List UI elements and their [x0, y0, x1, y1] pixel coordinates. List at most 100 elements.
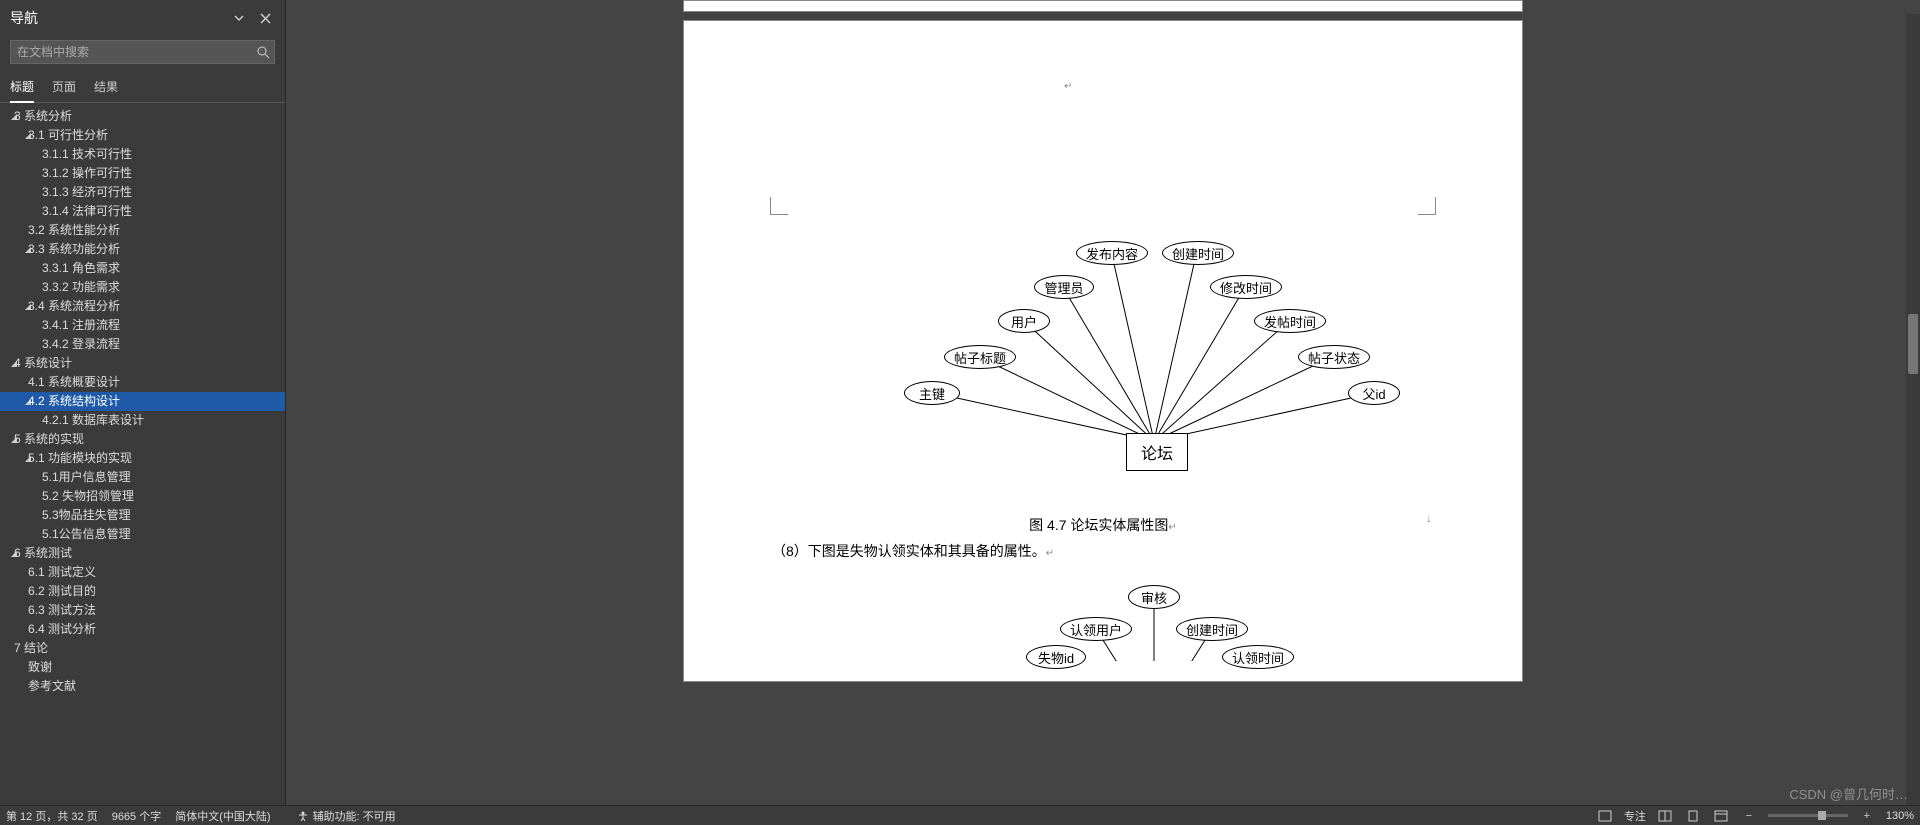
outline-item[interactable]: ◢3.4 系统流程分析 — [0, 297, 285, 316]
attr-node: 主键 — [904, 381, 960, 405]
twisty-open-icon[interactable]: ◢ — [0, 127, 28, 144]
status-language[interactable]: 简体中文(中国大陆) — [175, 808, 270, 824]
print-layout-button[interactable] — [1684, 808, 1702, 824]
outline-item[interactable]: 3.4.1 注册流程 — [0, 316, 285, 335]
outline-label: 4.2.1 数据库表设计 — [42, 412, 144, 429]
er-diagram-forum: 主键 帖子标题 用户 管理员 发布内容 创建时间 修改时间 发帖时间 帖子状态 … — [744, 181, 1462, 511]
outline-label: 3.3.2 功能需求 — [42, 279, 120, 296]
outline-item[interactable]: ◢5.1 功能模块的实现 — [0, 449, 285, 468]
outline-item[interactable]: 7 结论 — [0, 639, 285, 658]
outline-label: 5 系统的实现 — [14, 431, 84, 448]
outline-item[interactable]: ◢3 系统分析 — [0, 107, 285, 126]
attr-node: 创建时间 — [1176, 617, 1248, 641]
outline-item[interactable]: 5.2 失物招领管理 — [0, 487, 285, 506]
twisty-open-icon[interactable]: ◢ — [0, 545, 14, 562]
outline-label: 4.2 系统结构设计 — [28, 393, 120, 410]
close-icon — [260, 13, 271, 24]
scroll-thumb[interactable] — [1908, 314, 1918, 374]
outline-label: 3.1.1 技术可行性 — [42, 146, 132, 163]
outline-item[interactable]: 3.1.2 操作可行性 — [0, 164, 285, 183]
outline-item[interactable]: ◢3.1 可行性分析 — [0, 126, 285, 145]
outline-label: 5.1 功能模块的实现 — [28, 450, 132, 467]
attr-node: 失物id — [1026, 645, 1086, 669]
outline-item[interactable]: 6.4 测试分析 — [0, 620, 285, 639]
nav-dropdown-button[interactable] — [229, 8, 249, 28]
outline-item[interactable]: 6.2 测试目的 — [0, 582, 285, 601]
outline-item[interactable]: 参考文献 — [0, 677, 285, 696]
search-input[interactable] — [11, 41, 252, 63]
outline-item[interactable]: ◢3.3 系统功能分析 — [0, 240, 285, 259]
twisty-open-icon[interactable]: ◢ — [0, 241, 28, 258]
focus-label[interactable]: 专注 — [1624, 808, 1646, 824]
attr-node: 认领用户 — [1060, 617, 1132, 641]
twisty-open-icon[interactable]: ◢ — [0, 393, 28, 410]
attr-node: 帖子标题 — [944, 345, 1016, 369]
outline-item[interactable]: ◢4.2 系统结构设计 — [0, 392, 285, 411]
diagram-edges — [744, 181, 1462, 511]
outline-item[interactable]: 6.3 测试方法 — [0, 601, 285, 620]
twisty-open-icon[interactable]: ◢ — [0, 298, 28, 315]
outline-label: 3.3 系统功能分析 — [28, 241, 120, 258]
tab-pages[interactable]: 页面 — [52, 72, 76, 102]
twisty-open-icon[interactable]: ◢ — [0, 355, 14, 372]
outline-item[interactable]: 3.3.1 角色需求 — [0, 259, 285, 278]
tab-headings[interactable]: 标题 — [10, 72, 34, 103]
outline-label: 致谢 — [28, 659, 52, 676]
outline-item[interactable]: 4.2.1 数据库表设计 — [0, 411, 285, 430]
outline-item[interactable]: 4.1 系统概要设计 — [0, 373, 285, 392]
web-layout-button[interactable] — [1712, 808, 1730, 824]
outline-item[interactable]: 6.1 测试定义 — [0, 563, 285, 582]
body-text: （8）下图是失物认领实体和其具备的属性。↵ — [744, 541, 1462, 561]
document-area[interactable]: ↵ 主键 帖子标题 用户 — [286, 0, 1920, 805]
outline-label: 5.1用户信息管理 — [42, 469, 131, 486]
outline-item[interactable]: 5.1用户信息管理 — [0, 468, 285, 487]
zoom-out-button[interactable]: − — [1740, 808, 1758, 824]
outline-label: 6.2 测试目的 — [28, 583, 96, 600]
attr-node: 用户 — [998, 309, 1050, 333]
outline-label: 3 系统分析 — [14, 108, 72, 125]
page-icon — [1686, 810, 1700, 822]
outline-item[interactable]: ◢5 系统的实现 — [0, 430, 285, 449]
zoom-slider[interactable] — [1768, 814, 1848, 817]
outline-item[interactable]: 3.4.2 登录流程 — [0, 335, 285, 354]
outline-item[interactable]: 3.1.1 技术可行性 — [0, 145, 285, 164]
outline-label: 4 系统设计 — [14, 355, 72, 372]
outline-label: 6.1 测试定义 — [28, 564, 96, 581]
attr-node: 审核 — [1128, 585, 1180, 609]
status-word-count[interactable]: 9665 个字 — [112, 808, 162, 824]
status-page[interactable]: 第 12 页，共 32 页 — [6, 808, 98, 824]
outline-label: 3.4 系统流程分析 — [28, 298, 120, 315]
down-arrow-icon: ↓ — [1426, 511, 1432, 525]
read-mode-button[interactable] — [1656, 808, 1674, 824]
nav-close-button[interactable] — [255, 8, 275, 28]
attr-node: 发布内容 — [1076, 241, 1148, 265]
status-accessibility[interactable]: 辅助功能: 不可用 — [297, 808, 396, 824]
outline-item[interactable]: 3.1.3 经济可行性 — [0, 183, 285, 202]
page-previous-bottom — [683, 0, 1523, 12]
outline-item[interactable]: ◢4 系统设计 — [0, 354, 285, 373]
twisty-open-icon[interactable]: ◢ — [0, 431, 14, 448]
outline-item[interactable]: 3.1.4 法律可行性 — [0, 202, 285, 221]
tab-results[interactable]: 结果 — [94, 72, 118, 102]
outline-item[interactable]: 5.3物品挂失管理 — [0, 506, 285, 525]
zoom-in-button[interactable]: + — [1858, 808, 1876, 824]
outline-item[interactable]: 3.3.2 功能需求 — [0, 278, 285, 297]
outline-item[interactable]: 致谢 — [0, 658, 285, 677]
er-diagram-claim: 审核 认领用户 创建时间 失物id 认领时间 — [744, 571, 1462, 661]
outline-label: 3.1.3 经济可行性 — [42, 184, 132, 201]
search-button[interactable] — [252, 41, 274, 63]
entity-box: 论坛 — [1126, 433, 1188, 471]
focus-mode-button[interactable] — [1596, 808, 1614, 824]
outline-label: 3.4.1 注册流程 — [42, 317, 120, 334]
outline-label: 3.2 系统性能分析 — [28, 222, 120, 239]
twisty-open-icon[interactable]: ◢ — [0, 450, 28, 467]
twisty-open-icon[interactable]: ◢ — [0, 108, 14, 125]
outline-tree[interactable]: ◢3 系统分析◢3.1 可行性分析3.1.1 技术可行性3.1.2 操作可行性3… — [0, 103, 285, 805]
outline-item[interactable]: ◢6 系统测试 — [0, 544, 285, 563]
vertical-scrollbar[interactable] — [1906, 14, 1920, 805]
outline-label: 6.4 测试分析 — [28, 621, 96, 638]
outline-item[interactable]: 5.1公告信息管理 — [0, 525, 285, 544]
outline-label: 3.1.4 法律可行性 — [42, 203, 132, 220]
zoom-level[interactable]: 130% — [1886, 810, 1914, 822]
outline-item[interactable]: 3.2 系统性能分析 — [0, 221, 285, 240]
